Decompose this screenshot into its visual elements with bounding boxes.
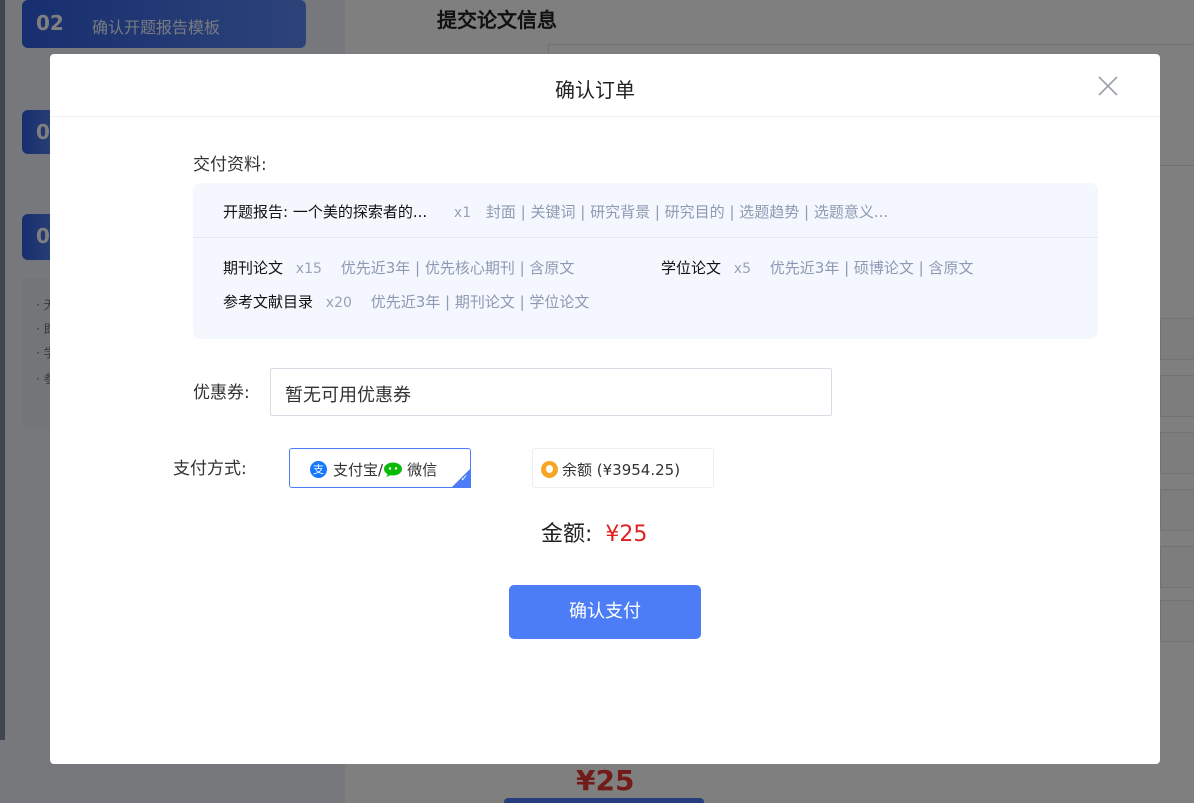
balance-label: 余额 (¥3954.25) xyxy=(562,461,681,479)
payment-option-alipay-wechat[interactable]: 支 支付宝/ 微信 ✓ xyxy=(289,448,471,488)
confirm-pay-button[interactable]: 确认支付 xyxy=(509,585,701,639)
divider xyxy=(193,237,1098,238)
close-icon[interactable] xyxy=(1096,74,1120,98)
check-icon: ✓ xyxy=(460,474,468,484)
item-name: 学位论文 xyxy=(661,259,722,277)
delivery-label: 交付资料: xyxy=(193,155,267,175)
report-tags: 封面 | 关键词 | 研究背景 | 研究目的 | 选题趋势 | 选题意义... xyxy=(485,203,889,221)
item-count: x20 xyxy=(325,295,352,311)
delivery-box: 开题报告: 一个美的探索者的... x1 封面 | 关键词 | 研究背景 | 研… xyxy=(193,183,1098,339)
modal-header: 确认订单 xyxy=(50,54,1160,117)
item-count: x5 xyxy=(733,261,751,277)
alipay-icon: 支 xyxy=(310,461,327,478)
amount-value: ¥25 xyxy=(605,522,648,547)
item-count: x15 xyxy=(295,261,322,277)
balance-icon xyxy=(541,461,558,478)
item-tags: 优先近3年 | 硕博论文 | 含原文 xyxy=(769,259,974,277)
item-tags: 优先近3年 | 优先核心期刊 | 含原文 xyxy=(340,259,575,277)
list-item: 学位论文 x5 优先近3年 | 硕博论文 | 含原文 xyxy=(661,257,974,278)
payment-label: 支付方式: xyxy=(173,459,247,479)
payment-option-balance[interactable]: 余额 (¥3954.25) xyxy=(532,448,714,488)
wechat-icon xyxy=(383,462,403,478)
item-name: 期刊论文 xyxy=(223,259,284,277)
amount-row: 金额: ¥25 xyxy=(541,516,647,548)
wechat-label: 微信 xyxy=(407,461,438,479)
list-item: 参考文献目录 x20 优先近3年 | 期刊论文 | 学位论文 xyxy=(223,291,589,312)
item-name: 参考文献目录 xyxy=(223,293,314,311)
coupon-label: 优惠券: xyxy=(193,383,250,403)
alipay-label: 支付宝/ xyxy=(333,461,384,479)
report-item: 开题报告: 一个美的探索者的... x1 封面 | 关键词 | 研究背景 | 研… xyxy=(223,201,888,225)
list-item: 期刊论文 x15 优先近3年 | 优先核心期刊 | 含原文 xyxy=(223,257,574,278)
report-count: x1 xyxy=(453,205,472,221)
modal-title: 确认订单 xyxy=(555,78,635,102)
amount-label: 金额: xyxy=(541,522,593,547)
confirm-order-modal: 确认订单 交付资料: 开题报告: 一个美的探索者的... x1 封面 | 关键词… xyxy=(50,54,1160,764)
coupon-select[interactable]: 暂无可用优惠券 xyxy=(270,368,832,416)
report-name: 开题报告: 一个美的探索者的... xyxy=(223,203,428,221)
item-tags: 优先近3年 | 期刊论文 | 学位论文 xyxy=(370,293,590,311)
